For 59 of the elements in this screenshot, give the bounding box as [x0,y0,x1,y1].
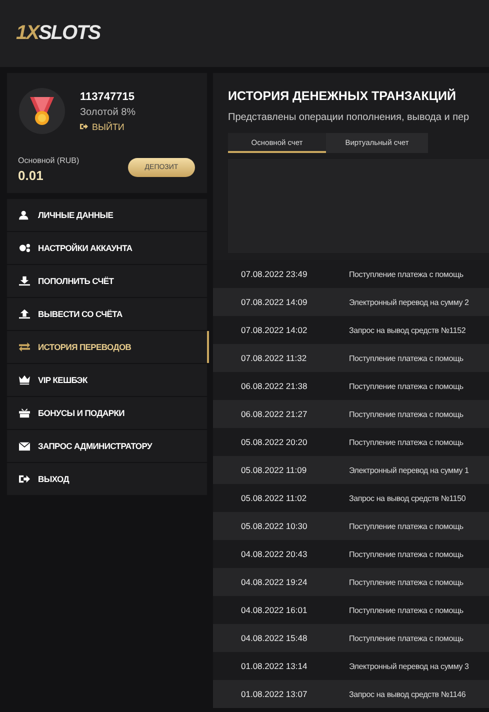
transaction-description: Поступление платежа с помощь [349,438,464,446]
user-icon [19,210,30,220]
menu-item[interactable]: НАСТРОЙКИ АККАУНТА [7,232,207,264]
transaction-description: Электронный перевод на сумму 1 [349,466,469,474]
menu-item[interactable]: VIP КЕШБЭК [7,364,207,396]
transaction-description: Поступление платежа с помощь [349,410,464,418]
transaction-description: Поступление платежа с помощь [349,522,464,530]
menu-item[interactable]: ВЫВЕСТИ СО СЧЁТА [7,298,207,330]
transaction-description: Поступление платежа с помощь [349,382,464,390]
menu-item[interactable]: БОНУСЫ И ПОДАРКИ [7,397,207,429]
transaction-date: 04.08.2022 16:01 [241,605,308,615]
menu-item[interactable]: ЛИЧНЫЕ ДАННЫЕ [7,199,207,231]
transaction-date: 05.08.2022 20:20 [241,437,308,447]
transaction-description: Поступление платежа с помощь [349,354,464,362]
transaction-date: 04.08.2022 15:48 [241,633,308,643]
upload-icon [19,309,30,319]
page-title: ИСТОРИЯ ДЕНЕЖНЫХ ТРАНЗАКЦИЙ [228,89,458,103]
transaction-date: 05.08.2022 11:09 [241,465,308,475]
balance-amount: 0.01 [18,168,44,183]
transaction-description: Электронный перевод на сумму 3 [349,662,469,670]
transaction-description: Запрос на вывод средств №1150 [349,494,466,502]
transaction-description: Поступление платежа с помощь [349,578,464,586]
logo[interactable]: 1XSLOTS [16,22,100,45]
account-id: 113747715 [80,90,136,102]
transaction-date: 06.08.2022 21:27 [241,409,308,419]
transaction-description: Поступление платежа с помощь [349,270,464,278]
transaction-description: Поступление платежа с помощь [349,634,464,642]
transaction-description: Запрос на вывод средств №1152 [349,326,466,334]
menu-item[interactable]: ИСТОРИЯ ПЕРЕВОДОВ [7,331,209,363]
transaction-date: 05.08.2022 11:02 [241,493,308,503]
transaction-date: 01.08.2022 13:07 [241,689,308,699]
menu-item[interactable]: ЗАПРОС АДМИНИСТРАТОРУ [7,430,207,462]
transfer-icon [19,342,30,352]
page-description: Представлены операции пополнения, вывода и пер [228,112,470,123]
transaction-date: 04.08.2022 19:24 [241,577,308,587]
transaction-description: Запрос на вывод средств №1146 [349,690,466,698]
menu-item[interactable]: ПОПОЛНИТЬ СЧЁТ [7,265,207,297]
download-icon [19,276,30,286]
transaction-date: 07.08.2022 14:09 [241,297,308,307]
medal-icon [18,87,66,135]
transaction-date: 06.08.2022 21:38 [241,381,308,391]
exit-icon [19,474,30,484]
status-level: Золотой 8% [80,106,136,118]
transaction-date: 01.08.2022 13:14 [241,661,308,671]
gift-icon [19,408,30,418]
transaction-date: 07.08.2022 11:32 [241,353,308,363]
transaction-date: 04.08.2022 20:43 [241,549,308,559]
transaction-date: 05.08.2022 10:30 [241,521,308,531]
mail-icon [19,441,30,451]
transaction-date: 07.08.2022 23:49 [241,269,308,279]
menu-item[interactable]: ВЫХОД [7,463,207,495]
transaction-date: 07.08.2022 14:02 [241,325,308,335]
exit-icon [80,123,88,130]
transaction-description: Электронный перевод на сумму 2 [349,298,469,306]
transaction-description: Поступление платежа с помощь [349,550,464,558]
crown-icon [19,375,30,385]
balance-label: Основной (RUB) [18,156,80,165]
transaction-description: Поступление платежа с помощь [349,606,464,614]
logout-link[interactable]: ВЫЙТИ [80,122,136,132]
